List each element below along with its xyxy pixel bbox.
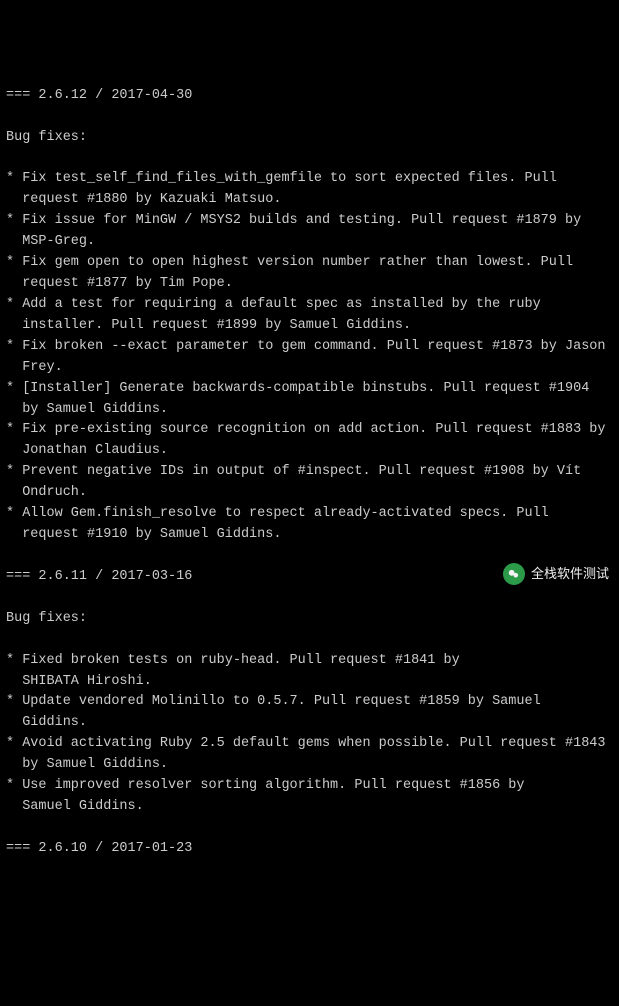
watermark: 全栈软件测试: [503, 563, 609, 585]
wechat-icon: [503, 563, 525, 585]
watermark-label: 全栈软件测试: [531, 564, 609, 584]
changelog-text: === 2.6.12 / 2017-04-30 Bug fixes: * Fix…: [6, 86, 613, 860]
